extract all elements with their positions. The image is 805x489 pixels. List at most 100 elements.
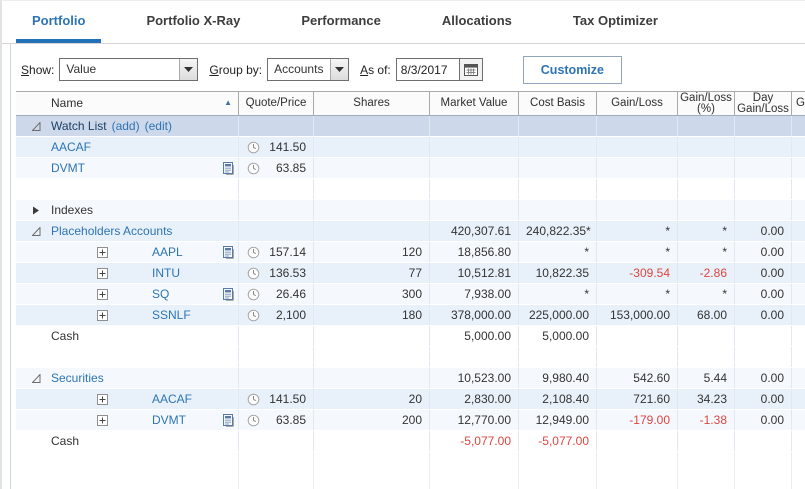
table-row[interactable]: AACAF141.50	[16, 137, 805, 158]
day-gain-loss-cell	[735, 431, 792, 451]
group-label[interactable]: Placeholders Accounts	[51, 221, 172, 241]
table-row[interactable]: AACAF141.50202,830.002,108.40721.6034.23…	[16, 389, 805, 410]
cost-basis-value: 5,000.00	[519, 326, 596, 346]
tab-tax-optimizer[interactable]: Tax Optimizer	[557, 1, 674, 43]
cost-basis-cell	[519, 116, 597, 136]
table-row[interactable]: INTU136.537710,512.8110,822.35-309.54-2.…	[16, 263, 805, 284]
group-label[interactable]: Securities	[51, 368, 104, 388]
table-row[interactable]: Watch List(add)(edit)	[16, 116, 805, 137]
expand-row-icon[interactable]	[97, 394, 108, 405]
name-cell: Indexes	[16, 200, 239, 220]
table-row[interactable]: Cash5,000.005,000.00	[16, 326, 805, 347]
gain-loss-cell: *	[597, 221, 678, 241]
ticker-link[interactable]: INTU	[152, 263, 180, 283]
gain-loss-pct-value: *	[678, 284, 734, 304]
col-header-overflow[interactable]: G	[792, 92, 805, 115]
overflow-cell	[792, 326, 805, 346]
cost-basis-cell: 9,980.40	[519, 368, 597, 388]
gain-loss-cell: 542.60	[597, 368, 678, 388]
gain-loss-pct-value: -1.38	[678, 410, 734, 430]
ticker-link[interactable]: AACAF	[152, 389, 192, 409]
cost-basis-cell: 240,822.35*	[519, 221, 597, 241]
col-header-gain-loss-pct[interactable]: Gain/Loss (%)	[678, 92, 735, 115]
chevron-down-icon[interactable]	[330, 59, 348, 80]
ticker-link[interactable]: SSNLF	[152, 305, 191, 325]
expand-row-icon[interactable]	[97, 289, 108, 300]
news-report-icon[interactable]	[222, 245, 235, 259]
customize-button[interactable]: Customize	[523, 56, 622, 84]
quote-cell: 2,100	[239, 305, 314, 325]
news-report-icon[interactable]	[222, 287, 235, 301]
tab-allocations[interactable]: Allocations	[426, 1, 528, 43]
edit-link[interactable]: (edit)	[145, 119, 172, 133]
name-cell: SSNLF	[16, 305, 239, 325]
ticker-link[interactable]: DVMT	[152, 410, 186, 430]
collapse-group-icon[interactable]	[32, 122, 41, 131]
expand-row-icon[interactable]	[97, 247, 108, 258]
as-of-date-input[interactable]	[396, 58, 460, 81]
tab-performance[interactable]: Performance	[285, 1, 396, 43]
tab-portfolio-xray-label: Portfolio X-Ray	[146, 13, 240, 28]
quote-cell	[239, 347, 314, 367]
market-value-value: -5,077.00	[430, 431, 518, 451]
collapse-group-icon[interactable]	[32, 227, 41, 236]
cost-basis-cell: 5,000.00	[519, 326, 597, 346]
quote-cell: 63.85	[239, 410, 314, 430]
day-gain-loss-value: 0.00	[735, 221, 791, 241]
empty-grid-area	[16, 452, 805, 489]
news-report-icon[interactable]	[222, 413, 235, 427]
table-row[interactable]: SQ26.463007,938.00***0.00	[16, 284, 805, 305]
day-gain-loss-cell	[735, 200, 792, 220]
market-value-cell: 12,770.00	[430, 410, 519, 430]
gain-loss-cell: 721.60	[597, 389, 678, 409]
expand-row-icon[interactable]	[97, 268, 108, 279]
name-cell: INTU	[16, 263, 239, 283]
tab-portfolio-xray[interactable]: Portfolio X-Ray	[130, 1, 256, 43]
col-header-day-gain-loss[interactable]: Day Gain/Loss	[735, 92, 792, 115]
table-row[interactable]: Placeholders Accounts420,307.61240,822.3…	[16, 221, 805, 242]
table-row[interactable]: DVMT63.8520012,770.0012,949.00-179.00-1.…	[16, 410, 805, 431]
col-header-quote-price[interactable]: Quote/Price	[239, 92, 314, 115]
gain-loss-pct-cell: *	[678, 242, 735, 262]
calendar-icon[interactable]	[460, 58, 483, 81]
group-by-dropdown[interactable]: Accounts	[267, 58, 349, 81]
expand-group-icon[interactable]	[32, 206, 40, 215]
table-row[interactable]: Indexes	[16, 200, 805, 221]
market-value-cell	[430, 116, 519, 136]
ticker-link[interactable]: AACAF	[51, 137, 91, 157]
col-header-name[interactable]: Name ▲	[16, 92, 239, 115]
ticker-link[interactable]: DVMT	[51, 158, 85, 178]
ticker-link[interactable]: AAPL	[152, 242, 183, 262]
shares-cell: 120	[314, 242, 430, 262]
col-header-market-value[interactable]: Market Value	[430, 92, 519, 115]
cost-basis-value: *	[519, 284, 596, 304]
gain-loss-value: 721.60	[597, 389, 677, 409]
ticker-link[interactable]: SQ	[152, 284, 169, 304]
collapse-group-icon[interactable]	[32, 374, 41, 383]
col-header-gain-loss[interactable]: Gain/Loss	[597, 92, 678, 115]
add-link[interactable]: (add)	[112, 119, 140, 133]
col-header-cost-basis[interactable]: Cost Basis	[519, 92, 597, 115]
quote-cell: 26.46	[239, 284, 314, 304]
expand-row-icon[interactable]	[97, 310, 108, 321]
gain-loss-cell	[597, 158, 678, 178]
table-row[interactable]: Securities10,523.009,980.40542.605.440.0…	[16, 368, 805, 389]
gain-loss-pct-cell	[678, 158, 735, 178]
portfolio-manager-window: Portfolio Portfolio X-Ray Performance Al…	[0, 0, 805, 489]
day-gain-loss-value: 0.00	[735, 263, 791, 283]
day-gain-loss-cell	[735, 158, 792, 178]
tab-portfolio[interactable]: Portfolio	[16, 1, 101, 43]
tab-bar: Portfolio Portfolio X-Ray Performance Al…	[2, 1, 805, 44]
table-row[interactable]: DVMT63.85	[16, 158, 805, 179]
table-row[interactable]: SSNLF2,100180378,000.00225,000.00153,000…	[16, 305, 805, 326]
table-row[interactable]: AAPL157.1412018,856.80***0.00	[16, 242, 805, 263]
expand-row-icon[interactable]	[97, 415, 108, 426]
news-report-icon[interactable]	[222, 161, 235, 175]
market-value-cell: 5,000.00	[430, 326, 519, 346]
quote-cell	[239, 326, 314, 346]
table-row[interactable]: Cash-5,077.00-5,077.00	[16, 431, 805, 452]
name-cell	[16, 347, 239, 367]
col-header-shares[interactable]: Shares	[314, 92, 430, 115]
chevron-down-icon[interactable]	[179, 59, 197, 80]
show-dropdown[interactable]: Value	[59, 58, 198, 81]
